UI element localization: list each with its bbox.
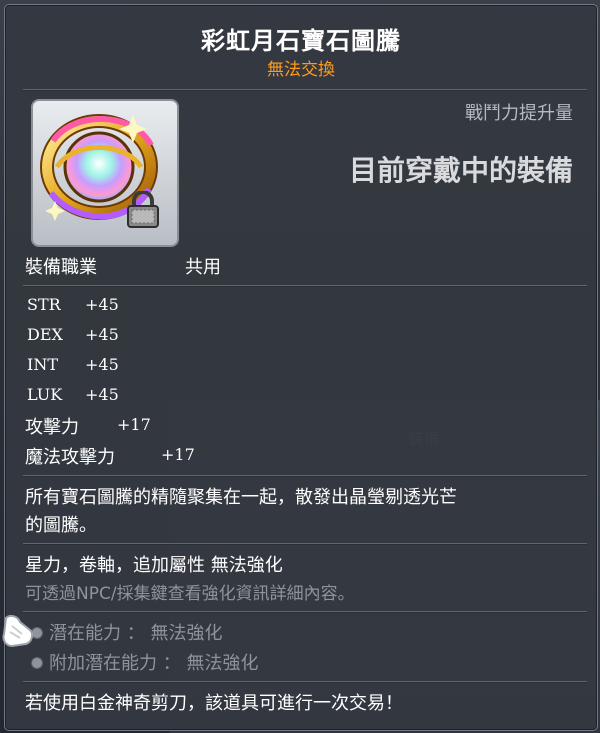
job-value: 共用	[185, 257, 221, 278]
attack-name: 攻擊力	[25, 417, 79, 438]
scissors-trade-note: 若使用白金神奇剪刀，該道具可進行一次交易！	[25, 693, 403, 714]
attack-value: +17	[117, 415, 151, 434]
stat-dex-name: DEX	[27, 325, 63, 344]
divider-stats	[23, 285, 587, 287]
potential-status: 潛在能力 ： 無法強化	[49, 623, 223, 644]
job-label: 裝備職業	[25, 257, 97, 278]
stat-dex-value: +45	[85, 325, 119, 344]
hand-cursor-icon	[2, 614, 34, 648]
divider-footer	[23, 681, 587, 683]
magic-attack-name: 魔法攻擊力	[25, 447, 115, 468]
stat-int-name: INT	[27, 355, 58, 374]
divider-potential	[23, 611, 587, 613]
divider-description	[23, 475, 587, 477]
stat-luk-name: LUK	[27, 385, 63, 404]
trade-status: 無法交換	[267, 60, 335, 80]
item-title: 彩虹月石寶石圖騰	[201, 26, 401, 55]
stat-str-value: +45	[85, 295, 119, 314]
magic-attack-value: +17	[161, 445, 195, 464]
combat-power-label: 戰鬥力提升量	[465, 103, 573, 124]
enhance-status: 星力，卷軸，追加屬性 無法強化	[25, 555, 283, 576]
item-icon-frame	[31, 99, 179, 247]
stat-luk-value: +45	[85, 385, 119, 404]
divider-top	[23, 89, 587, 91]
stat-int-value: +45	[85, 355, 119, 374]
item-tooltip: 彩虹月石寶石圖騰 無法交換 戰鬥力提升量 目前穿戴中的裝備 裝備職業 共用 ST…	[4, 4, 598, 731]
description-line-2: 的圖騰。	[25, 515, 97, 536]
description-line-1: 所有寶石圖騰的精隨聚集在一起，散發出晶瑩剔透光芒	[25, 487, 457, 508]
additional-potential-status: 附加潛在能力 ： 無法強化	[49, 653, 259, 674]
divider-enhance	[23, 543, 587, 545]
enhance-hint: 可透過NPC/採集鍵查看強化資訊詳細內容。	[25, 584, 355, 604]
stat-str-name: STR	[27, 295, 61, 314]
lock-icon	[127, 191, 159, 228]
additional-potential-bullet-icon	[31, 657, 43, 669]
currently-equipped-label: 目前穿戴中的裝備	[348, 154, 573, 187]
